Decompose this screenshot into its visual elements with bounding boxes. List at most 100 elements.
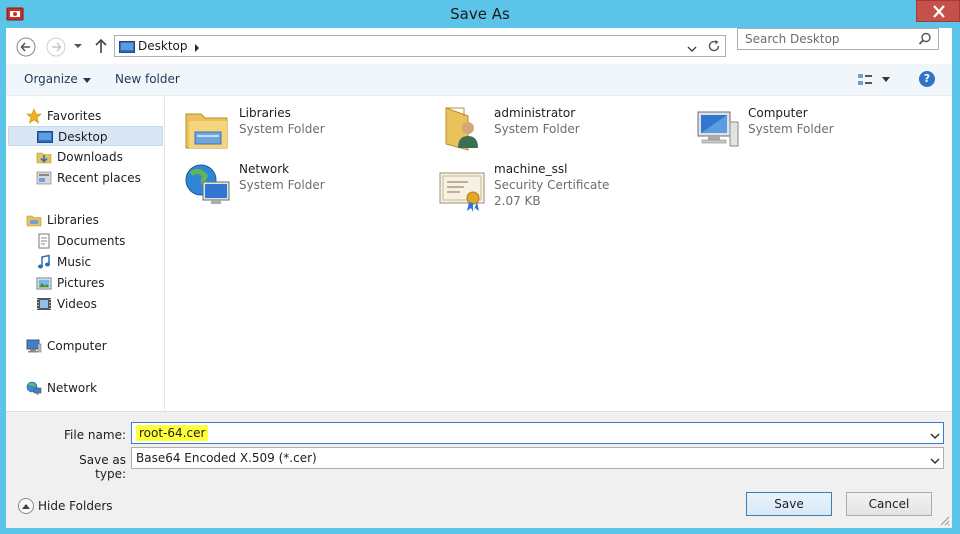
sidebar-item-label: Videos: [57, 297, 97, 311]
sidebar-item-label: Pictures: [57, 276, 105, 290]
list-item[interactable]: Libraries System Folder: [183, 104, 423, 154]
back-arrow-icon: [16, 37, 36, 57]
certificate-icon: [438, 165, 488, 215]
videos-icon: [36, 296, 52, 312]
file-name-label: File name:: [64, 428, 126, 442]
sidebar-item-label: Music: [57, 255, 92, 269]
list-item[interactable]: Computer System Folder: [692, 104, 932, 154]
organize-label: Organize: [24, 72, 78, 86]
sidebar-item-libraries[interactable]: Libraries: [6, 210, 164, 230]
item-type: System Folder: [748, 122, 834, 136]
sidebar-item-label: Libraries: [47, 213, 99, 227]
music-icon: [36, 254, 52, 270]
item-name: Computer: [748, 106, 808, 120]
sidebar-item-label: Desktop: [58, 130, 108, 144]
sidebar-item-label: Documents: [57, 234, 126, 248]
forward-button[interactable]: [45, 36, 67, 58]
hide-folders-label: Hide Folders: [38, 499, 113, 513]
resize-grip-icon[interactable]: [938, 514, 950, 526]
organize-menu-button[interactable]: Organize: [24, 72, 91, 87]
sidebar-item-downloads[interactable]: Downloads: [6, 147, 164, 167]
chevron-down-icon: [687, 46, 697, 52]
address-location[interactable]: Desktop: [138, 39, 188, 53]
refresh-icon: [708, 40, 720, 52]
file-name-value[interactable]: root-64.cer: [136, 425, 209, 441]
star-icon: [26, 108, 42, 124]
libraries-folder-icon: [183, 104, 233, 154]
navigation-pane: Favorites Desktop Downloads Recent place…: [6, 97, 165, 411]
forward-arrow-icon: [46, 37, 66, 57]
address-history-dropdown[interactable]: [687, 42, 697, 56]
save-as-type-select[interactable]: Base64 Encoded X.509 (*.cer): [131, 447, 944, 469]
file-name-field[interactable]: root-64.cer: [131, 422, 944, 444]
libraries-icon: [26, 212, 42, 228]
network-icon: [26, 380, 42, 396]
computer-icon: [692, 104, 742, 154]
recent-locations-dropdown[interactable]: [72, 40, 84, 52]
dialog-window: Desktop Search Desktop Organize New fold…: [6, 28, 952, 528]
recent-places-icon: [36, 170, 52, 186]
item-type: System Folder: [494, 122, 580, 136]
cancel-button[interactable]: Cancel: [846, 492, 932, 516]
sidebar-item-documents[interactable]: Documents: [6, 231, 164, 251]
save-as-type-value: Base64 Encoded X.509 (*.cer): [136, 451, 317, 465]
item-name: Network: [239, 162, 290, 176]
change-view-button[interactable]: [856, 72, 896, 88]
sidebar-item-desktop[interactable]: Desktop: [8, 126, 163, 146]
command-toolbar: Organize New folder ?: [6, 64, 952, 96]
chevron-down-icon: [82, 73, 91, 87]
item-type: Security Certificate: [494, 178, 610, 192]
address-bar[interactable]: Desktop: [114, 35, 726, 57]
item-name: Libraries: [239, 106, 291, 120]
list-item[interactable]: machine_ssl Security Certificate 2.07 KB: [438, 160, 678, 226]
back-button[interactable]: [15, 36, 37, 58]
refresh-button[interactable]: [707, 39, 721, 56]
search-box[interactable]: [737, 28, 939, 50]
save-button[interactable]: Save: [746, 492, 832, 516]
chevron-down-icon[interactable]: [930, 429, 940, 443]
title-bar: Save As: [0, 0, 960, 28]
sidebar-item-label: Favorites: [47, 109, 102, 123]
search-icon[interactable]: [918, 32, 932, 49]
window-title: Save As: [450, 5, 510, 23]
documents-icon: [36, 233, 52, 249]
chevron-down-icon[interactable]: [930, 454, 940, 468]
search-input[interactable]: [738, 29, 916, 49]
sidebar-item-label: Recent places: [57, 171, 141, 185]
save-as-type-label: Save as type:: [79, 453, 126, 481]
user-folder-icon: [438, 104, 488, 154]
sidebar-item-music[interactable]: Music: [6, 252, 164, 272]
desktop-icon: [119, 41, 135, 56]
downloads-icon: [36, 149, 52, 165]
sidebar-item-label: Network: [47, 381, 98, 395]
desktop-icon: [37, 129, 53, 145]
computer-icon: [26, 338, 42, 354]
breadcrumb-arrow-icon[interactable]: [193, 42, 201, 56]
sidebar-item-videos[interactable]: Videos: [6, 294, 164, 314]
close-icon: [933, 5, 945, 18]
chevron-down-icon: [74, 44, 82, 48]
item-type: System Folder: [239, 178, 325, 192]
close-button[interactable]: [916, 0, 960, 22]
sidebar-item-recent-places[interactable]: Recent places: [6, 168, 164, 188]
help-button[interactable]: ?: [919, 71, 935, 87]
up-button[interactable]: [94, 38, 108, 54]
list-item[interactable]: administrator System Folder: [438, 104, 678, 154]
item-name: machine_ssl: [494, 162, 568, 176]
sidebar-item-label: Computer: [47, 339, 107, 353]
list-item[interactable]: Network System Folder: [183, 160, 423, 210]
sidebar-item-favorites[interactable]: Favorites: [6, 106, 164, 126]
network-globe-icon: [183, 160, 233, 210]
sidebar-item-computer[interactable]: Computer: [6, 336, 164, 356]
sidebar-item-network[interactable]: Network: [6, 378, 164, 398]
item-name: administrator: [494, 106, 576, 120]
sidebar-item-pictures[interactable]: Pictures: [6, 273, 164, 293]
view-options-icon: [858, 74, 890, 85]
item-type: System Folder: [239, 122, 325, 136]
up-arrow-icon: [95, 38, 107, 53]
pictures-icon: [36, 275, 52, 291]
save-panel: File name: root-64.cer Save as type: Bas…: [6, 411, 952, 528]
sidebar-item-label: Downloads: [57, 150, 123, 164]
new-folder-button[interactable]: New folder: [115, 72, 180, 86]
item-size: 2.07 KB: [494, 194, 541, 208]
